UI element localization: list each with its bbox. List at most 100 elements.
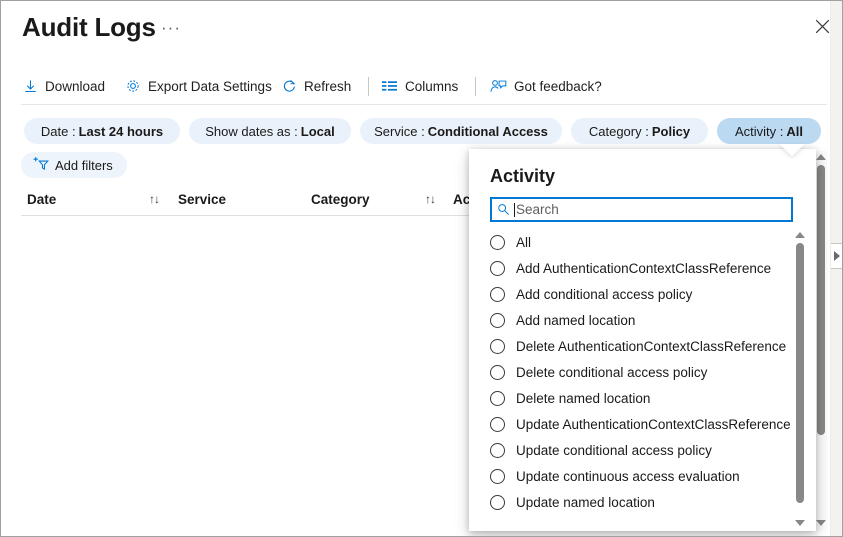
command-bar-divider <box>21 104 827 105</box>
add-filters-button[interactable]: Add filters <box>21 152 127 178</box>
filter-pill-service-value: Conditional Access <box>428 124 548 139</box>
list-item-label: Update conditional access policy <box>516 443 712 458</box>
scrollbar-up-button[interactable] <box>794 229 806 241</box>
scroll-up-arrow-icon <box>795 232 805 238</box>
list-item[interactable]: Update continuous access evaluation <box>490 463 793 489</box>
list-item-label: All <box>516 235 531 250</box>
radio-icon[interactable] <box>490 417 505 432</box>
radio-icon[interactable] <box>490 443 505 458</box>
radio-icon[interactable] <box>490 365 505 380</box>
filter-pill-service[interactable]: Service : Conditional Access <box>360 118 562 144</box>
radio-icon[interactable] <box>490 313 505 328</box>
column-header-date[interactable]: Date <box>27 192 56 207</box>
list-item[interactable]: Update conditional access policy <box>490 437 793 463</box>
columns-label: Columns <box>405 79 458 94</box>
got-feedback-button[interactable]: Got feedback? <box>490 67 602 105</box>
list-item[interactable]: Delete conditional access policy <box>490 359 793 385</box>
flyout-scrollbar[interactable] <box>815 151 827 531</box>
page-expander-button[interactable] <box>831 243 842 269</box>
radio-icon[interactable] <box>490 469 505 484</box>
columns-icon <box>382 80 398 92</box>
radio-icon[interactable] <box>490 391 505 406</box>
scrollbar-down-button[interactable] <box>794 517 806 529</box>
filter-pill-date-label: Date : <box>41 124 76 139</box>
scrollbar-thumb[interactable] <box>817 165 825 435</box>
search-icon <box>492 203 514 216</box>
flyout-callout-tail <box>779 144 805 156</box>
refresh-button[interactable]: Refresh <box>282 67 351 105</box>
activity-option-list[interactable]: All Add AuthenticationContextClassRefere… <box>490 229 793 517</box>
command-bar: Download Export Data Settings Re <box>1 67 843 105</box>
filter-pill-date[interactable]: Date : Last 24 hours <box>24 118 180 144</box>
refresh-icon <box>282 79 297 94</box>
page-title: Audit Logs <box>22 12 156 43</box>
column-header-service[interactable]: Service <box>178 192 226 207</box>
page-more-menu-button[interactable]: ··· <box>161 18 181 38</box>
toolbar-divider-1 <box>368 77 369 96</box>
filter-pill-category-label: Category : <box>589 124 649 139</box>
refresh-label: Refresh <box>304 79 351 94</box>
export-data-settings-label: Export Data Settings <box>148 79 272 94</box>
activity-list-scrollbar[interactable] <box>794 229 806 531</box>
list-item[interactable]: Update named location <box>490 489 793 515</box>
toolbar-divider-2 <box>475 77 476 96</box>
search-field-wrapper[interactable] <box>490 197 793 222</box>
download-button[interactable]: Download <box>23 67 105 105</box>
filter-pill-show-dates-as[interactable]: Show dates as : Local <box>189 118 351 144</box>
scroll-down-arrow-icon <box>795 520 805 526</box>
add-filter-icon <box>32 156 49 174</box>
scroll-up-arrow-icon <box>816 154 826 160</box>
list-item[interactable]: All <box>490 229 793 255</box>
filter-pill-service-label: Service : <box>374 124 425 139</box>
list-item-label: Delete AuthenticationContextClassReferen… <box>516 339 786 354</box>
filter-pill-activity-value: All <box>786 124 803 139</box>
scroll-down-arrow-icon <box>816 520 826 526</box>
scrollbar-thumb[interactable] <box>796 243 804 503</box>
filter-pill-show-dates-as-value: Local <box>301 124 335 139</box>
list-item[interactable]: Delete AuthenticationContextClassReferen… <box>490 333 793 359</box>
sort-updown-icon-category[interactable]: ↑↓ <box>425 192 435 206</box>
page-header: Audit Logs ··· <box>1 1 843 53</box>
flyout-title: Activity <box>490 166 555 187</box>
radio-icon[interactable] <box>490 261 505 276</box>
export-data-settings-button[interactable]: Export Data Settings <box>125 67 272 105</box>
text-caret <box>514 203 515 217</box>
download-icon <box>23 79 38 94</box>
flyout-scrollbar-up-button[interactable] <box>815 151 827 163</box>
radio-icon[interactable] <box>490 339 505 354</box>
list-item[interactable]: Delete named location <box>490 385 793 411</box>
filter-pill-category-value: Policy <box>652 124 690 139</box>
list-item[interactable]: Add named location <box>490 307 793 333</box>
filter-pill-date-value: Last 24 hours <box>79 124 164 139</box>
list-item-label: Update continuous access evaluation <box>516 469 740 484</box>
close-icon <box>815 19 830 34</box>
feedback-person-icon <box>490 79 507 94</box>
filter-pill-activity[interactable]: Activity : All <box>717 118 821 144</box>
list-bottom-fade <box>490 517 793 531</box>
add-filters-label: Add filters <box>55 158 113 173</box>
list-item-label: Update named location <box>516 495 655 510</box>
list-item-label: Add named location <box>516 313 635 328</box>
activity-filter-flyout: Activity All Add AuthenticationCon <box>469 149 816 531</box>
list-item[interactable]: Add conditional access policy <box>490 281 793 307</box>
filter-pill-show-dates-as-label: Show dates as : <box>205 124 298 139</box>
download-label: Download <box>45 79 105 94</box>
columns-button[interactable]: Columns <box>382 67 458 105</box>
got-feedback-label: Got feedback? <box>514 79 602 94</box>
search-input[interactable] <box>516 202 771 217</box>
flyout-scrollbar-down-button[interactable] <box>815 517 827 529</box>
list-item-label: Update AuthenticationContextClassReferen… <box>516 417 791 432</box>
sort-updown-icon-date[interactable]: ↑↓ <box>149 192 159 206</box>
filter-pill-activity-label: Activity : <box>735 124 783 139</box>
list-item[interactable]: Add AuthenticationContextClassReference <box>490 255 793 281</box>
list-item-label: Add conditional access policy <box>516 287 692 302</box>
radio-icon[interactable] <box>490 287 505 302</box>
gear-icon <box>125 78 141 94</box>
list-item-label: Delete named location <box>516 391 650 406</box>
radio-icon[interactable] <box>490 235 505 250</box>
list-item-label: Delete conditional access policy <box>516 365 707 380</box>
list-item[interactable]: Update AuthenticationContextClassReferen… <box>490 411 793 437</box>
filter-pill-category[interactable]: Category : Policy <box>571 118 708 144</box>
column-header-category[interactable]: Category <box>311 192 370 207</box>
radio-icon[interactable] <box>490 495 505 510</box>
